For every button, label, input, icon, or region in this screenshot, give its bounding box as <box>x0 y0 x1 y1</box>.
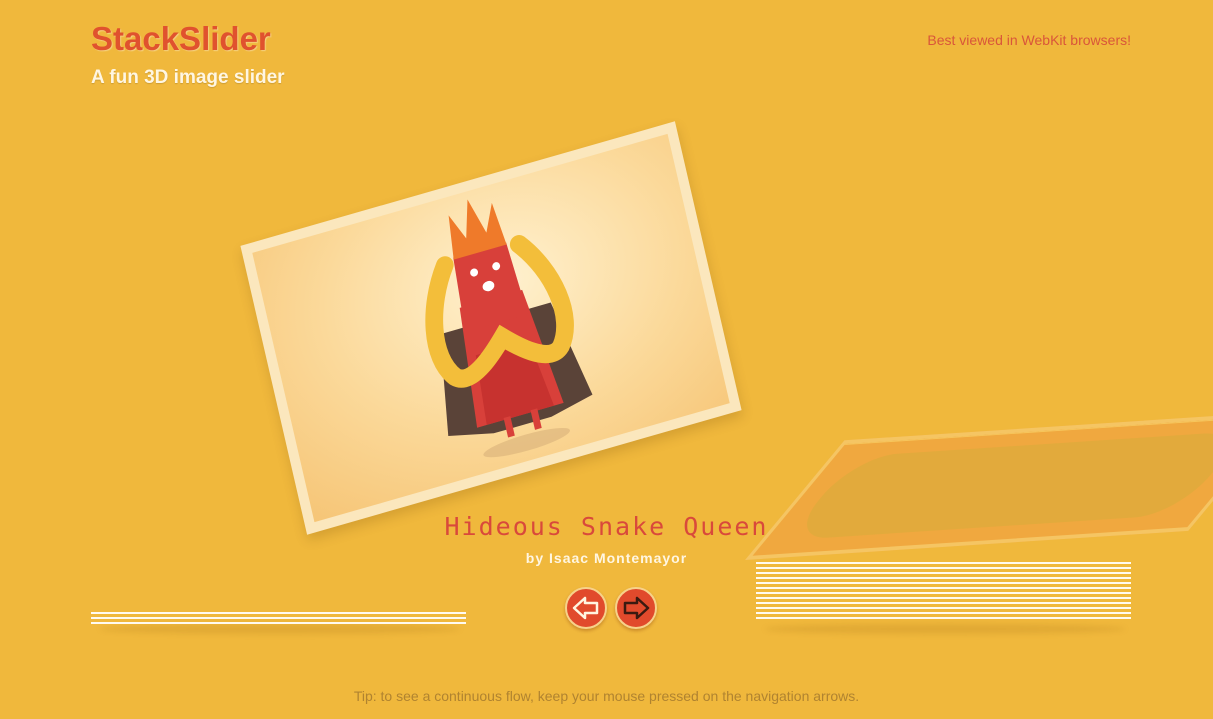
stacked-card <box>756 582 1131 584</box>
page-subtitle: A fun 3D image slider <box>91 67 285 88</box>
slider-stage: StackSlider A fun 3D image slider Best v… <box>0 0 1213 719</box>
browser-note-link[interactable]: Best viewed in WebKit browsers! <box>927 32 1131 48</box>
previous-button[interactable] <box>565 587 607 629</box>
stacked-card <box>756 577 1131 579</box>
stacked-card <box>756 597 1131 599</box>
page-title: StackSlider <box>91 20 271 57</box>
stack-right <box>756 562 1131 622</box>
stacked-card <box>756 562 1131 564</box>
stacked-card <box>91 612 466 614</box>
navigation-tip: Tip: to see a continuous flow, keep your… <box>353 688 860 704</box>
snake-queen-illustration <box>425 199 593 458</box>
stacked-card <box>756 617 1131 619</box>
stacked-card <box>756 587 1131 589</box>
stacked-card <box>756 612 1131 614</box>
stack-left <box>91 612 466 627</box>
slide-title: Hideous Snake Queen <box>444 512 769 541</box>
next-button[interactable] <box>615 587 657 629</box>
stacked-card <box>91 622 466 624</box>
stacked-card <box>91 617 466 619</box>
stacked-card <box>756 602 1131 604</box>
stack-shadow-right <box>765 624 1125 634</box>
stacked-card <box>756 592 1131 594</box>
arrow-left-icon <box>572 596 599 620</box>
arrow-right-icon <box>623 596 650 620</box>
stacked-card <box>756 607 1131 609</box>
current-slide-photo[interactable] <box>240 121 742 535</box>
slide-artwork <box>252 133 730 523</box>
stacked-card <box>756 572 1131 574</box>
stacked-card <box>756 567 1131 569</box>
